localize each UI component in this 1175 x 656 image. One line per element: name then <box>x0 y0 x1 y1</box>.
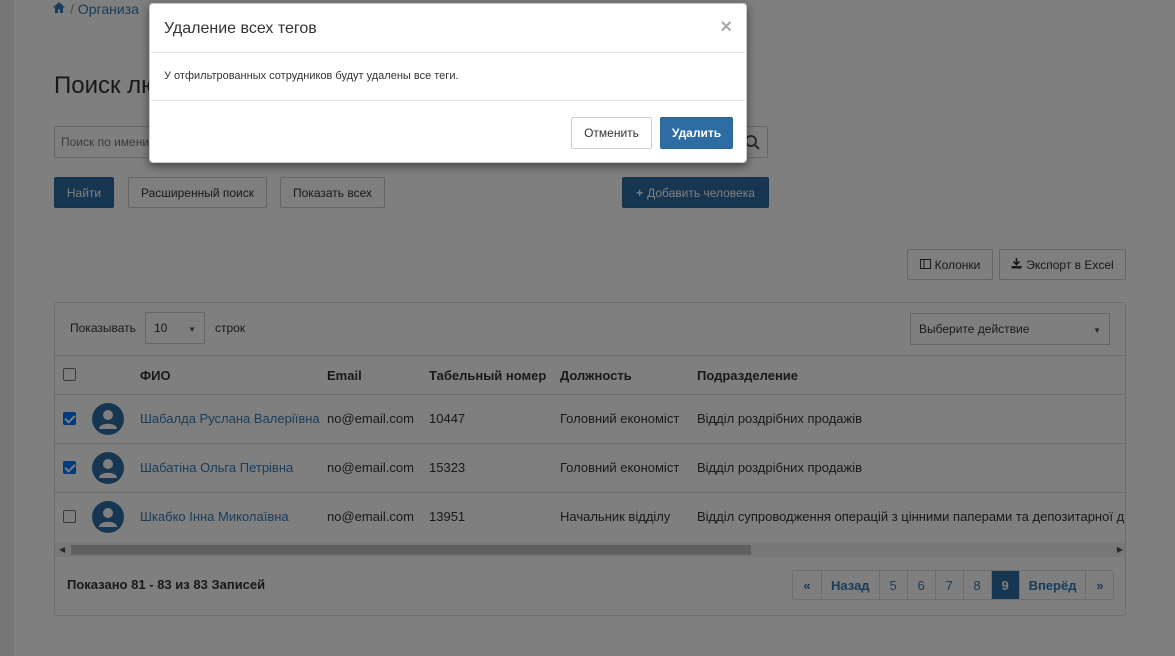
modal-header: Удаление всех тегов × <box>150 4 746 53</box>
delete-tags-modal: Удаление всех тегов × У отфильтрованных … <box>149 3 747 163</box>
modal-message: У отфильтрованных сотрудников будут удал… <box>164 70 459 82</box>
modal-title: Удаление всех тегов <box>164 20 317 37</box>
modal-footer: Отменить Удалить <box>150 100 746 162</box>
delete-button[interactable]: Удалить <box>660 117 733 149</box>
cancel-button[interactable]: Отменить <box>571 117 652 149</box>
close-icon[interactable]: × <box>720 16 732 39</box>
